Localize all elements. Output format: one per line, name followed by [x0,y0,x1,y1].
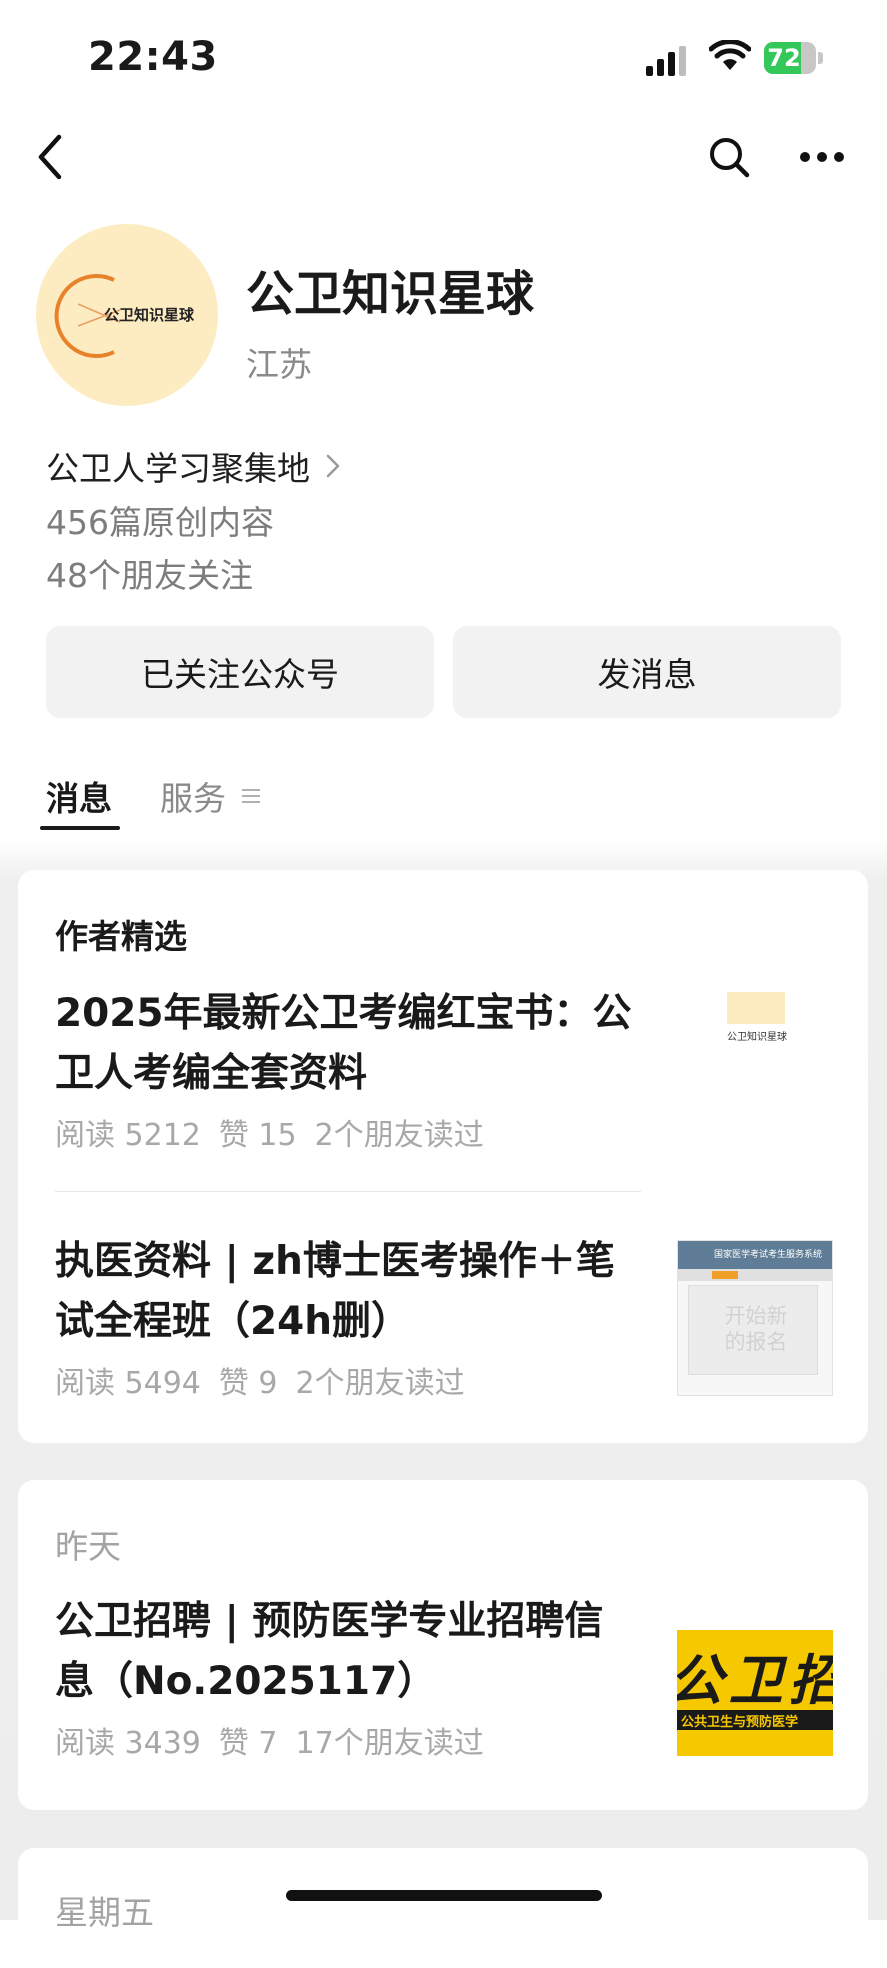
menu-lines-icon [242,789,260,803]
article-title: 公卫招聘 | 预防医学专业招聘信息（No.2025117） [55,1599,604,1704]
avatar-logo-text: 公卫知识星球 [104,306,195,324]
chevron-left-icon [38,134,62,180]
article-title: 2025年最新公卫考编红宝书：公卫人考编全套资料 [55,991,632,1096]
search-button[interactable] [703,131,755,183]
account-intro-link[interactable]: 公卫人学习聚集地 [46,442,342,490]
chevron-right-icon [326,454,340,478]
article-reads: 阅读 5212 [55,1118,201,1153]
more-dots-icon [800,152,844,162]
thumbnail-caption: 公卫知识星球 [727,1032,787,1043]
article-thumbnail[interactable]: 公卫知识星球 [677,966,833,1122]
article-item[interactable]: 2025年最新公卫考编红宝书：公卫人考编全套资料 [55,984,640,1104]
back-button[interactable] [24,131,76,183]
original-content-count[interactable]: 456篇原创内容 [46,496,274,544]
article-title: 执医资料 | zh博士医考操作＋笔试全程班（24h删） [55,1239,615,1344]
account-avatar[interactable]: 公卫知识星球 [36,224,218,406]
account-region: 江苏 [246,345,312,384]
thumbnail-header-text: 国家医学考试考生服务系统 [714,1250,823,1260]
article-thumbnail[interactable]: 公卫招聘 公共卫生与预防医学 [677,1600,833,1756]
article-likes: 赞 15 [218,1118,297,1153]
article-divider [55,1191,641,1192]
article-friends-read: 17个朋友读过 [295,1726,484,1761]
active-tab-indicator [40,826,120,830]
article-thumbnail[interactable]: 国家医学考试考生服务系统 开始新的报名 [677,1240,833,1396]
article-friends-read: 2个朋友读过 [314,1118,484,1153]
thumbnail-strip-text: 公共卫生与预防医学 [681,1715,799,1730]
tab-messages[interactable]: 消息 [46,772,112,820]
friends-following-count[interactable]: 48个朋友关注 [46,549,253,597]
more-button[interactable] [796,131,848,183]
article-meta: 阅读 3439 赞 7 17个朋友读过 [55,1718,502,1762]
status-time: 22:43 [88,34,218,80]
thumbnail-caption: 开始新的报名 [724,1304,788,1354]
article-friends-read: 2个朋友读过 [295,1366,465,1401]
article-item[interactable]: 执医资料 | zh博士医考操作＋笔试全程班（24h删） [55,1232,640,1352]
thumbnail-big-text: 公卫招聘 [677,1649,833,1712]
author-picks-label: 作者精选 [55,917,187,956]
date-label-yesterday: 昨天 [55,1527,121,1566]
battery-icon: 72 [764,42,824,74]
tab-services[interactable]: 服务 [160,772,260,820]
wifi-icon [709,40,751,70]
article-reads: 阅读 5494 [55,1366,201,1401]
send-message-button[interactable]: 发消息 [453,626,841,718]
article-meta: 阅读 5212 赞 15 2个朋友读过 [55,1110,502,1154]
date-label-friday: 星期五 [55,1893,154,1932]
cellular-signal-icon [646,46,686,76]
followed-account-button[interactable]: 已关注公众号 [46,626,434,718]
article-item[interactable]: 公卫招聘 | 预防医学专业招聘信息（No.2025117） [55,1592,640,1712]
battery-percent: 72 [767,44,801,72]
account-intro: 公卫人学习聚集地 [46,449,310,488]
search-icon [710,138,750,178]
article-reads: 阅读 3439 [55,1726,201,1761]
home-indicator[interactable] [286,1890,602,1901]
tab-services-label: 服务 [160,779,226,818]
article-likes: 赞 9 [218,1366,278,1401]
account-name: 公卫知识星球 [246,266,535,322]
article-meta: 阅读 5494 赞 9 2个朋友读过 [55,1358,483,1402]
article-likes: 赞 7 [218,1726,278,1761]
